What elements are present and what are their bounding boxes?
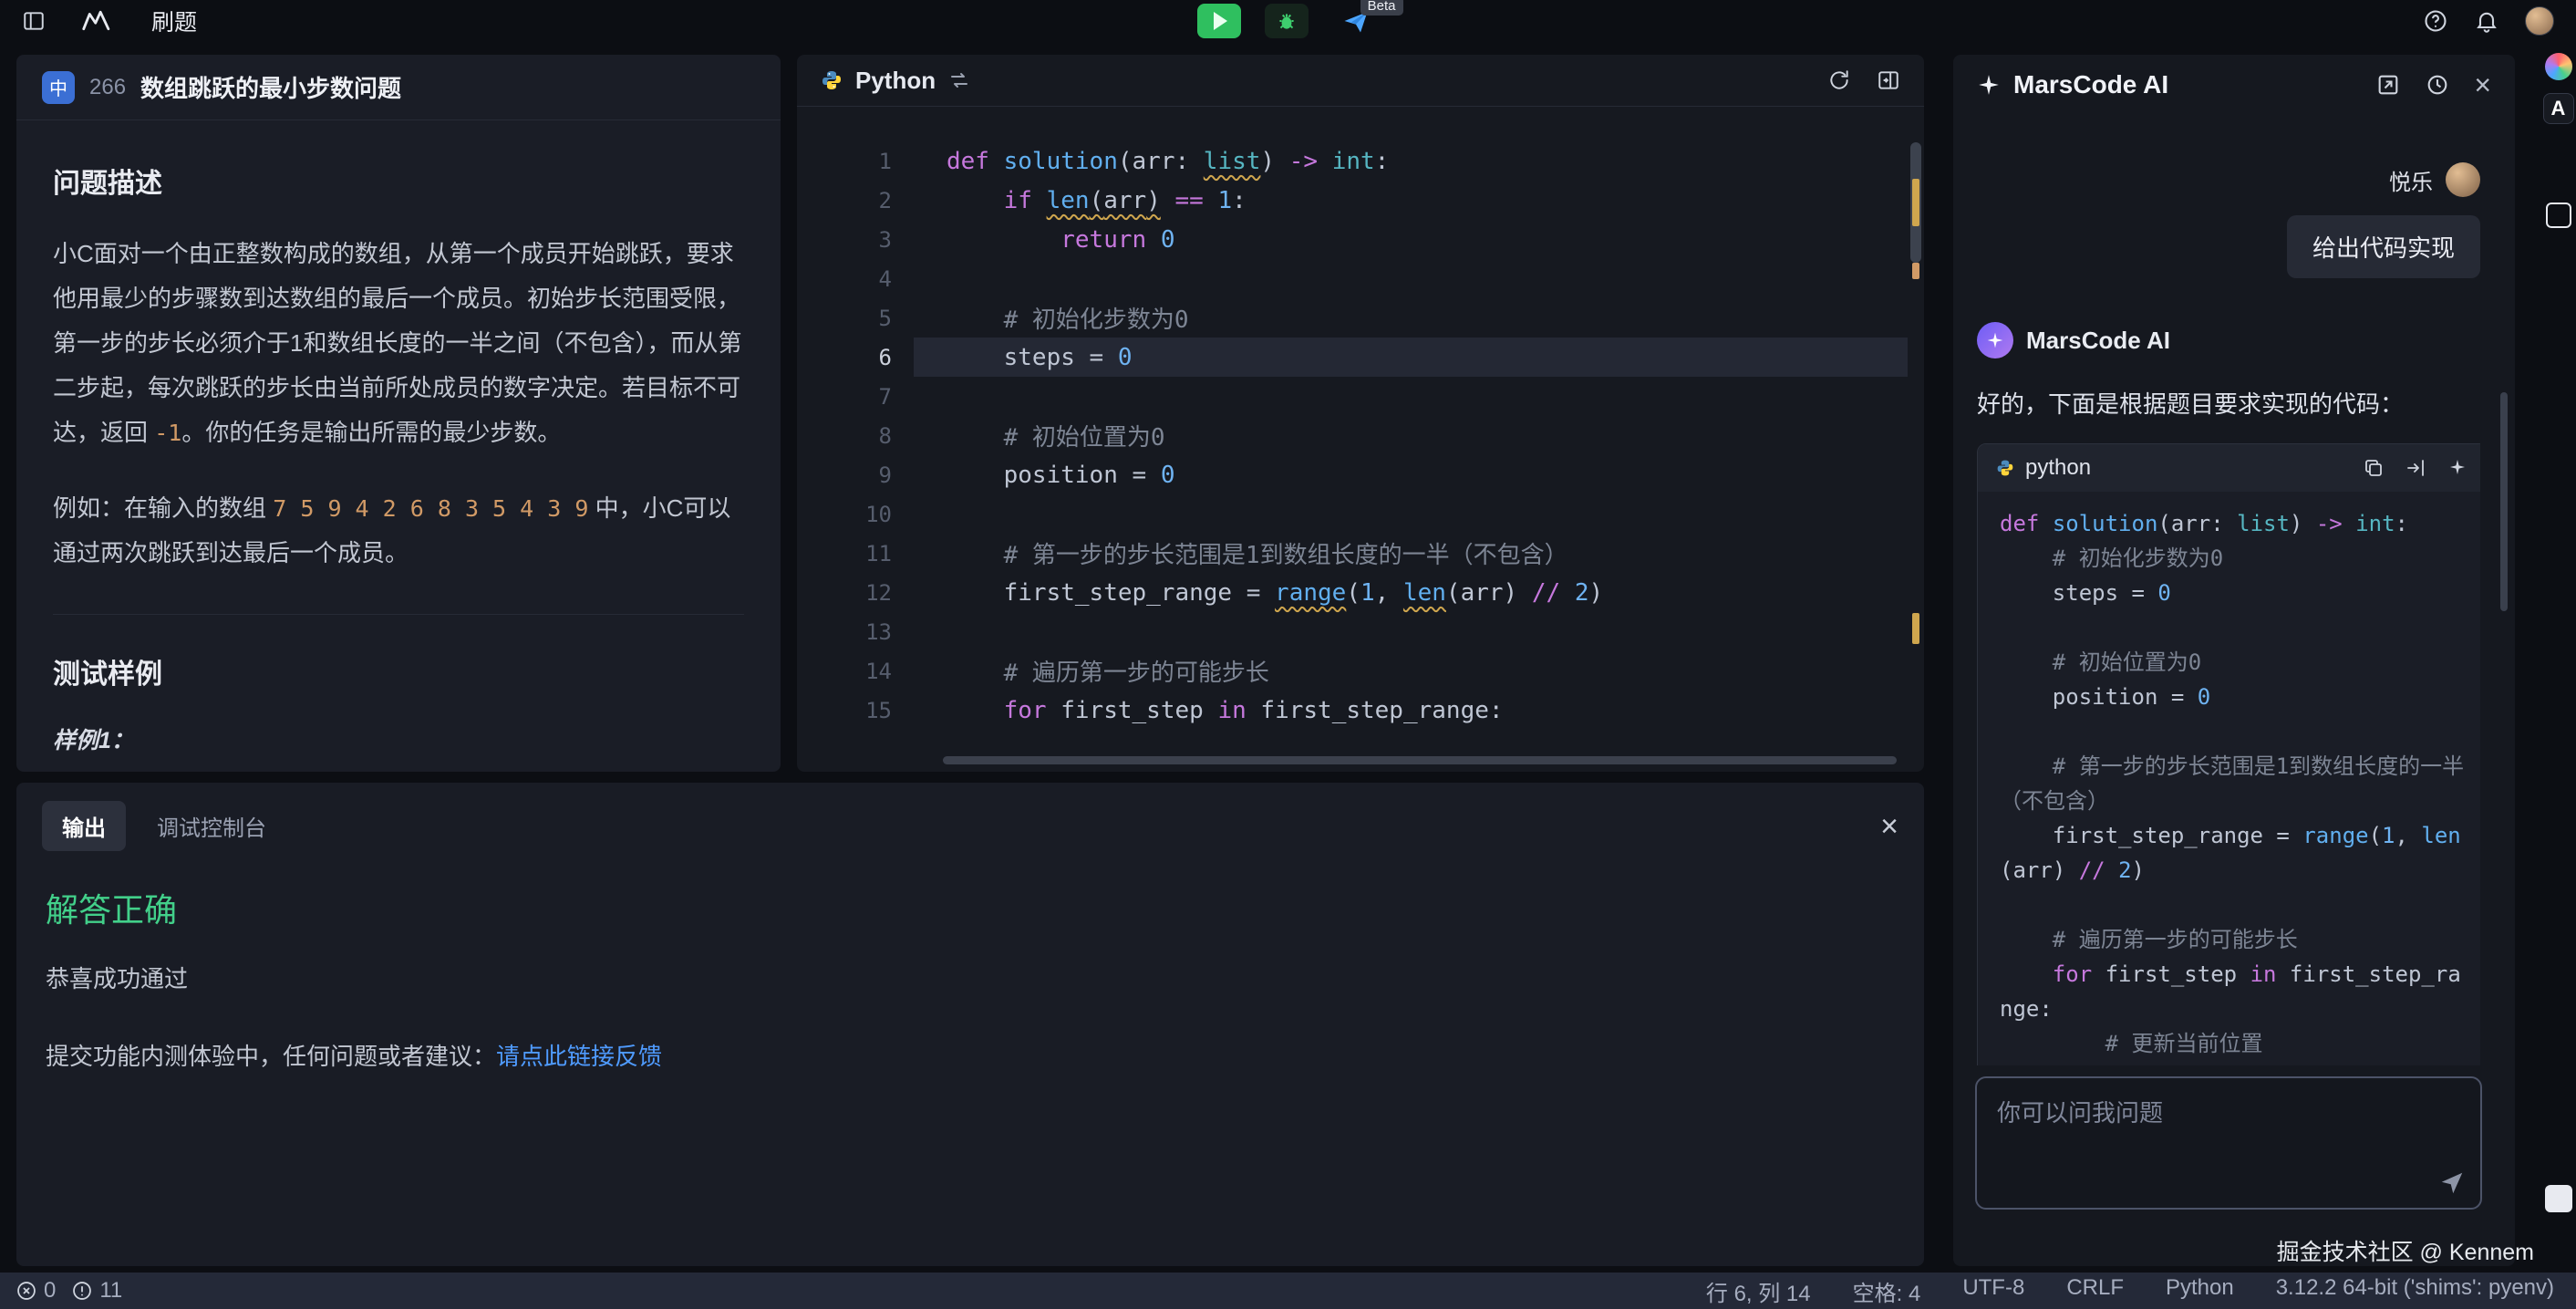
inline-code-array: 7 5 9 4 2 6 8 3 5 4 3 9 [273,495,588,522]
ai-intro-text: 好的，下面是根据题目要求实现的代码： [1977,386,2480,420]
problem-header: 中 266 数组跳跃的最小步数问题 [16,55,781,120]
overview-ruler-mark [1912,613,1919,644]
user-avatar [2446,162,2480,197]
extension-a-icon[interactable]: A [2543,93,2574,124]
description-heading: 问题描述 [53,161,744,201]
bug-icon [1275,9,1298,33]
example-text: 例如：在输入的数组 [53,494,273,522]
help-icon[interactable] [2423,8,2448,34]
submit-button[interactable]: Beta [1332,4,1380,38]
editor-horizontal-scrollbar[interactable] [943,756,1897,764]
result-message: 恭喜成功通过 [46,961,1895,994]
ai-message-header: MarsCode AI [1977,322,2480,358]
errors-icon [16,1281,36,1301]
ai-code-content: def solution(arr: list) -> int: # 初始化步数为… [1978,492,2480,1065]
status-interpreter[interactable]: 3.12.2 64-bit ('shims': pyenv) [2276,1275,2554,1307]
result-status: 解答正确 [46,884,1895,931]
feedback-line: 提交功能内测体验中，任何问题或者建议：请点此链接反馈 [46,1038,1895,1072]
problem-description: 问题描述 小C面对一个由正整数构成的数组，从第一个成员开始跳跃，要求他用最少的步… [16,120,781,772]
ai-name: MarsCode AI [2026,327,2170,355]
problem-panel: 中 266 数组跳跃的最小步数问题 问题描述 小C面对一个由正整数构成的数组，从… [16,55,781,772]
send-icon[interactable] [2438,1169,2466,1197]
difficulty-badge: 中 [42,71,75,104]
code-editor-panel: Python 1def solution(arr: list) -> int:2… [797,55,1924,772]
error-count: 0 [44,1278,56,1304]
example-paragraph: 例如：在输入的数组 7 5 9 4 2 6 8 3 5 4 3 9 中，小C可以… [53,486,744,576]
marscode-logo[interactable] [80,9,117,33]
code-language-label: python [2025,455,2091,481]
debug-button[interactable] [1265,4,1309,38]
output-header: 输出 调试控制台 × [16,783,1924,864]
sidebar-toggle-icon[interactable] [22,9,46,33]
top-bar: 刷题 Beta [0,0,2576,42]
play-icon [1214,12,1227,30]
layout-split-icon[interactable] [1877,68,1900,92]
extension-swirl-icon[interactable] [2545,53,2572,80]
insert-code-icon[interactable] [2405,457,2426,479]
warning-count: 11 [99,1278,122,1304]
switch-language-icon[interactable] [948,69,970,91]
browser-extension-strip: A [2540,42,2576,1273]
nav-item-practice[interactable]: 刷题 [151,5,197,37]
chat-message-list[interactable]: 悦乐 给出代码实现 MarsCode AI 好的，下面是根据题目要求实现的代码：… [1977,131,2480,1065]
chat-scrollbar[interactable] [2500,392,2508,611]
user-name: 悦乐 [2389,164,2433,196]
marscode-ai-avatar [1977,322,2013,358]
status-language[interactable]: Python [2166,1275,2234,1307]
chat-input-box[interactable] [1975,1076,2482,1210]
problem-title: 数组跳跃的最小步数问题 [140,70,401,104]
ai-code-block: python def solution(arr: list) -> int: #… [1977,443,2480,1065]
overview-ruler-mark [1912,179,1919,226]
code-editor[interactable]: 1def solution(arr: list) -> int:2 if len… [797,107,1908,753]
sparkle-icon[interactable] [2447,457,2468,479]
problems-indicator[interactable]: 0 11 [16,1278,131,1304]
description-paragraph: 小C面对一个由正整数构成的数组，从第一个成员开始跳跃，要求他用最少的步骤数到达数… [53,232,744,455]
marscode-ai-panel: MarsCode AI × 悦乐 给出代码实现 MarsCode AI 好的，下… [1953,55,2515,1266]
extension-icon[interactable] [2546,203,2571,228]
history-icon[interactable] [2425,72,2450,98]
description-text-tail: 。你的任务是输出所需的最少步数。 [181,419,561,446]
chat-input[interactable] [1977,1078,2480,1208]
status-encoding[interactable]: UTF-8 [1962,1275,2024,1307]
marscode-star-icon [1977,73,2001,97]
tab-output[interactable]: 输出 [42,801,126,851]
close-icon[interactable]: × [2474,70,2491,99]
close-icon[interactable]: × [1880,811,1898,842]
notifications-bell-icon[interactable] [2474,8,2499,34]
chat-header: MarsCode AI × [1953,55,2515,115]
code-block-header: python [1978,444,2480,492]
inline-code-minus-one: -1 [154,420,181,446]
python-icon [821,69,843,91]
status-cursor-position[interactable]: 行 6, 列 14 [1706,1275,1811,1307]
samples-heading: 测试样例 [53,651,744,691]
problem-id: 266 [89,75,126,100]
copy-code-icon[interactable] [2363,457,2385,479]
beta-badge: Beta [1360,0,1403,16]
output-panel: 输出 调试控制台 × 解答正确 恭喜成功通过 提交功能内测体验中，任何问题或者建… [16,783,1924,1266]
editor-vertical-scrollbar[interactable] [1909,109,1922,750]
feedback-text: 提交功能内测体验中，任何问题或者建议： [46,1043,496,1070]
open-in-editor-icon[interactable] [2375,72,2401,98]
description-text: 小C面对一个由正整数构成的数组，从第一个成员开始跳跃，要求他用最少的步骤数到达数… [53,240,741,446]
user-message-bubble: 给出代码实现 [2287,215,2480,278]
user-message-block: 悦乐 给出代码实现 [1977,162,2480,278]
community-watermark: 掘金技术社区 @ Kennem [2277,1234,2534,1267]
feedback-link[interactable]: 请点此链接反馈 [496,1043,662,1070]
extension-panel-icon[interactable] [2545,1185,2572,1212]
tab-debug-console[interactable]: 调试控制台 [157,810,266,842]
warnings-icon [72,1281,92,1301]
reset-code-icon[interactable] [1827,68,1851,92]
editor-tab-bar: Python [797,55,1924,107]
status-eol[interactable]: CRLF [2066,1275,2124,1307]
sample1-label: 样例1： [53,722,744,755]
chat-title: MarsCode AI [2013,70,2168,99]
run-button[interactable] [1197,4,1241,38]
overview-ruler-mark [1912,263,1919,279]
status-indentation[interactable]: 空格: 4 [1853,1275,1921,1307]
language-tab[interactable]: Python [855,67,936,95]
user-avatar[interactable] [2525,6,2554,36]
python-icon [1996,459,2014,477]
section-divider [53,614,744,615]
status-bar: 0 11 行 6, 列 14 空格: 4 UTF-8 CRLF Python 3… [0,1273,2576,1309]
